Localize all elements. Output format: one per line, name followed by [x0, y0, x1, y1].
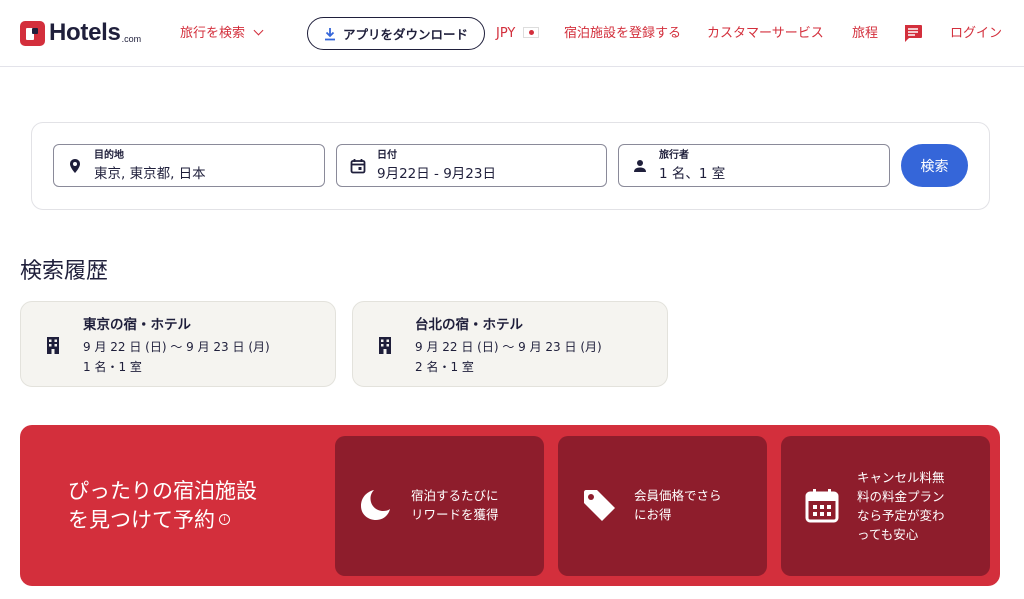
travelers-field[interactable]: 旅行者 1 名、1 室: [618, 144, 890, 187]
info-icon[interactable]: i: [219, 513, 230, 525]
building-icon: [379, 337, 391, 354]
calendar-icon: [805, 489, 839, 523]
app-download-label: アプリをダウンロード: [342, 27, 468, 42]
perk-text-line: キャンセル料無: [857, 470, 945, 485]
history-guests: 1 名・1 室: [83, 360, 142, 374]
dates-label: 日付: [377, 150, 397, 161]
currency-selector[interactable]: JPY: [496, 25, 540, 42]
history-dates: 9 月 22 日 (日) 〜 9 月 23 日 (月): [83, 340, 270, 354]
perk-text-line: 会員価格でさら: [634, 488, 722, 503]
hotels-logo-icon: [20, 21, 45, 46]
currency-label: JPY: [496, 26, 516, 41]
trips-link[interactable]: 旅程: [852, 25, 878, 42]
perk-text: 宿泊するたびに リワードを獲得: [411, 486, 499, 524]
promo-title-line1: ぴったりの宿泊施設: [68, 479, 257, 503]
building-icon: [47, 337, 59, 354]
site-header: Hotels .com 旅行を検索 アプリをダウンロード JPY 宿泊施設を登録…: [0, 0, 1024, 67]
perk-text: 会員価格でさら にお得: [634, 486, 722, 524]
login-link[interactable]: ログイン: [950, 25, 1002, 42]
perk-text-line: リワードを獲得: [411, 507, 499, 522]
perk-text-line: っても安心: [857, 527, 919, 542]
promo-title: ぴったりの宿泊施設 を見つけて予約 i: [68, 477, 328, 535]
history-title: 東京の宿・ホテル: [83, 317, 191, 333]
price-tag-icon: [584, 490, 615, 521]
travelers-value: 1 名、1 室: [659, 166, 726, 182]
perk-text-line: 宿泊するたびに: [411, 488, 499, 503]
moon-icon: [361, 490, 390, 520]
perk-card-member-prices: 会員価格でさら にお得: [558, 436, 767, 576]
perk-card-free-cancellation: キャンセル料無 料の料金プラン なら予定が変わ っても安心: [781, 436, 990, 576]
search-button[interactable]: 検索: [901, 144, 968, 187]
calendar-icon: [350, 159, 366, 174]
history-title: 台北の宿・ホテル: [415, 317, 523, 333]
search-history-title: 検索履歴: [20, 259, 109, 284]
chat-icon[interactable]: [903, 24, 923, 43]
perk-card-rewards: 宿泊するたびに リワードを獲得: [335, 436, 544, 576]
customer-service-link[interactable]: カスタマーサービス: [707, 25, 824, 42]
explore-travel-label: 旅行を検索: [180, 26, 246, 41]
history-dates: 9 月 22 日 (日) 〜 9 月 23 日 (月): [415, 340, 602, 354]
perk-text: キャンセル料無 料の料金プラン なら予定が変わ っても安心: [857, 468, 945, 544]
destination-field[interactable]: 目的地 東京, 東京都, 日本: [53, 144, 325, 187]
dates-value: 9月22日 - 9月23日: [377, 166, 496, 182]
destination-label: 目的地: [94, 150, 124, 161]
location-pin-icon: [70, 159, 80, 173]
chevron-down-icon: [253, 25, 264, 36]
japan-flag-icon: [523, 27, 540, 38]
travelers-label: 旅行者: [659, 150, 689, 161]
promo-title-line2: を見つけて予約: [68, 508, 215, 532]
app-download-button[interactable]: アプリをダウンロード: [307, 17, 485, 50]
person-icon: [634, 160, 646, 172]
hotels-logo[interactable]: Hotels .com: [20, 20, 141, 46]
perk-text-line: なら予定が変わ: [857, 508, 945, 523]
history-card[interactable]: 台北の宿・ホテル 9 月 22 日 (日) 〜 9 月 23 日 (月) 2 名…: [352, 301, 668, 387]
perk-text-line: 料の料金プラン: [857, 489, 945, 504]
perk-text-line: にお得: [634, 507, 672, 522]
logo-suffix: .com: [121, 34, 142, 44]
history-card[interactable]: 東京の宿・ホテル 9 月 22 日 (日) 〜 9 月 23 日 (月) 1 名…: [20, 301, 336, 387]
dates-field[interactable]: 日付 9月22日 - 9月23日: [336, 144, 607, 187]
history-guests: 2 名・1 室: [415, 360, 474, 374]
destination-value: 東京, 東京都, 日本: [94, 166, 206, 182]
download-icon: [324, 27, 335, 40]
member-benefits-banner: ぴったりの宿泊施設 を見つけて予約 i 宿泊するたびに リワードを獲得 会員価格で…: [20, 425, 1000, 586]
explore-travel-menu[interactable]: 旅行を検索: [180, 25, 264, 42]
list-property-link[interactable]: 宿泊施設を登録する: [564, 25, 681, 42]
logo-text: Hotels: [49, 19, 121, 46]
